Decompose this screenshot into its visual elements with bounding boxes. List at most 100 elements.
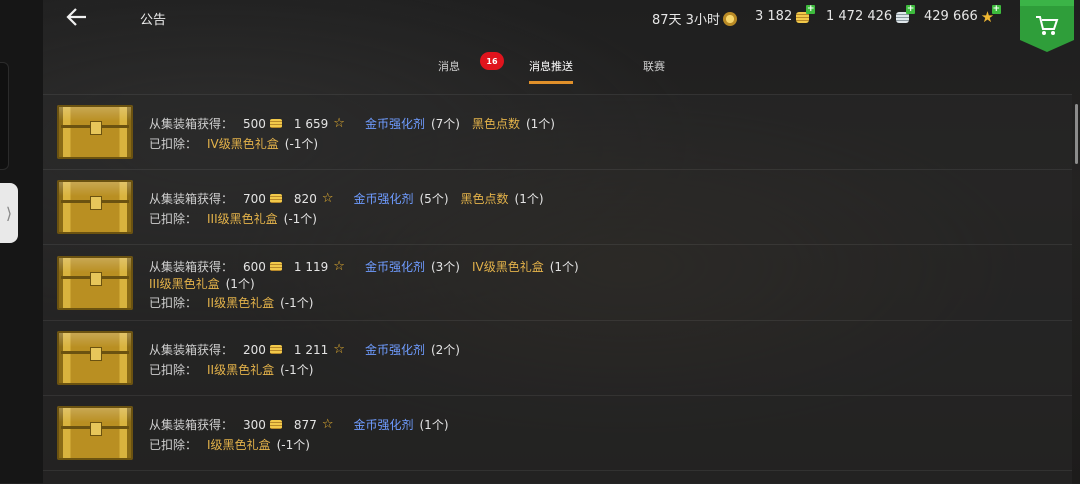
deducted-label: 已扣除：	[149, 363, 198, 377]
reward-item-name: 金币强化剂	[364, 343, 425, 357]
xp-amount: 877	[293, 417, 317, 432]
reward-item-name: III级黑色礼盒	[149, 277, 220, 291]
deducted-item-name: IV级黑色礼盒	[207, 137, 279, 151]
list-item[interactable]: 从集装箱获得： 500 1 659 ☆ 金币强化剂 (7个) 黑色点数 (1个) …	[43, 94, 1072, 169]
free-xp-balance[interactable]: 429 666 ★ +	[924, 3, 1001, 26]
deducted-label: 已扣除：	[149, 438, 198, 452]
tab-bar: 消息 消息推送 联赛	[43, 44, 1080, 90]
tab-push-notifications[interactable]: 消息推送	[529, 58, 573, 84]
reward-item-qty: (2个)	[430, 343, 460, 357]
page-title: 公告	[140, 13, 167, 28]
received-label: 从集装箱获得：	[149, 117, 234, 131]
tab-league[interactable]: 联赛	[643, 58, 665, 74]
received-label: 从集装箱获得：	[149, 192, 234, 206]
deducted-item-name: I级黑色礼盒	[207, 438, 271, 452]
list-item[interactable]: 从集装箱获得： 200 1 211 ☆ 金币强化剂 (2个) 已扣除： II级黑色…	[43, 320, 1072, 395]
received-label: 从集装箱获得：	[149, 418, 234, 432]
received-line-continued: III级黑色礼盒 (1个)	[149, 275, 255, 292]
star-icon: ☆	[333, 116, 345, 131]
reward-item-qty: (5个)	[419, 192, 449, 206]
gold-coin-icon	[269, 420, 282, 429]
deducted-label: 已扣除：	[149, 137, 198, 151]
deducted-item-qty: (-1个)	[280, 296, 314, 310]
reward-item-name: IV级黑色礼盒	[471, 260, 544, 274]
reward-item-name: 金币强化剂	[364, 117, 425, 131]
gold-amount: 500	[243, 116, 266, 131]
reward-item-qty: (1个)	[549, 260, 579, 274]
container-chest-icon	[57, 105, 133, 159]
credits-balance[interactable]: 1 472 426 +	[826, 4, 916, 24]
gold-amount: 700	[243, 191, 266, 206]
scrollbar[interactable]	[1075, 104, 1078, 164]
deducted-line: 已扣除： IV级黑色礼盒 (-1个)	[149, 135, 318, 152]
reward-item-name: 金币强化剂	[353, 418, 414, 432]
list-item[interactable]: 从集装箱获得： 300 877 ☆ 金币强化剂 (1个) 已扣除： I级黑色礼盒 …	[43, 395, 1072, 470]
xp-amount: 1 119	[293, 259, 329, 274]
xp-amount: 820	[293, 191, 317, 206]
free-xp-value: 429 666	[924, 9, 978, 24]
gold-coin-icon	[269, 119, 282, 128]
star-icon: ★ +	[980, 3, 1001, 26]
reward-item-name: 黑色点数	[460, 192, 509, 206]
deducted-item-qty: (-1个)	[280, 363, 314, 377]
unread-count-badge: 16	[480, 52, 504, 70]
received-line: 从集装箱获得： 500 1 659 ☆ 金币强化剂 (7个) 黑色点数 (1个)	[149, 115, 555, 132]
reward-item-qty: (7个)	[430, 117, 460, 131]
star-icon: ☆	[321, 191, 334, 206]
deducted-line: 已扣除： III级黑色礼盒 (-1个)	[149, 210, 317, 227]
deducted-line: 已扣除： I级黑色礼盒 (-1个)	[149, 436, 310, 453]
deducted-item-qty: (-1个)	[283, 212, 317, 226]
deducted-label: 已扣除：	[149, 212, 198, 226]
received-line: 从集装箱获得： 300 877 ☆ 金币强化剂 (1个)	[149, 416, 449, 433]
gold-coin-icon	[269, 262, 282, 271]
list-item-partial	[43, 470, 1072, 484]
deducted-item-qty: (-1个)	[276, 438, 310, 452]
credits-value: 1 472 426	[826, 9, 893, 24]
reward-item-qty: (1个)	[225, 277, 255, 291]
silver-credits-icon: +	[895, 4, 916, 24]
container-chest-icon	[57, 256, 133, 310]
reward-item-name: 金币强化剂	[353, 192, 414, 206]
received-label: 从集装箱获得：	[149, 343, 234, 357]
list-item[interactable]: 从集装箱获得： 700 820 ☆ 金币强化剂 (5个) 黑色点数 (1个) 已扣…	[43, 169, 1072, 244]
reward-item-name: 黑色点数	[471, 117, 520, 131]
rail-decoration	[0, 62, 9, 170]
deducted-label: 已扣除：	[149, 296, 198, 310]
received-line: 从集装箱获得： 700 820 ☆ 金币强化剂 (5个) 黑色点数 (1个)	[149, 190, 544, 207]
premium-time[interactable]: 87天 3小时	[652, 9, 737, 28]
reward-item-qty: (1个)	[514, 192, 544, 206]
star-icon: ☆	[333, 259, 345, 274]
container-chest-icon	[57, 180, 133, 234]
list-item[interactable]: 从集装箱获得： 600 1 119 ☆ 金币强化剂 (3个) IV级黑色礼盒 (1…	[43, 244, 1072, 320]
top-bar: 公告 87天 3小时 3 182 + 1 472 426 + 429 666 ★…	[43, 0, 1080, 52]
active-tab-indicator	[529, 81, 573, 84]
gold-coin-icon	[269, 194, 282, 203]
premium-account-icon	[722, 11, 737, 26]
deducted-item-name: II级黑色礼盒	[207, 296, 275, 310]
deducted-item-name: II级黑色礼盒	[207, 363, 275, 377]
chevron-right-icon: ⟩	[5, 203, 13, 223]
received-line: 从集装箱获得： 200 1 211 ☆ 金币强化剂 (2个)	[149, 341, 460, 358]
gold-coin-icon: +	[795, 4, 816, 24]
reward-item-qty: (1个)	[525, 117, 555, 131]
tab-messages[interactable]: 消息	[438, 58, 460, 74]
container-chest-icon	[57, 406, 133, 460]
gold-amount: 300	[243, 417, 266, 432]
gold-value: 3 182	[755, 9, 793, 24]
deducted-item-name: III级黑色礼盒	[207, 212, 278, 226]
premium-time-value: 87天 3小时	[652, 13, 720, 28]
deducted-item-qty: (-1个)	[284, 137, 319, 151]
xp-amount: 1 659	[293, 116, 329, 131]
reward-item-qty: (3个)	[430, 260, 460, 274]
star-icon: ☆	[333, 342, 345, 357]
gold-amount: 200	[243, 342, 266, 357]
deducted-line: 已扣除： II级黑色礼盒 (-1个)	[149, 294, 313, 311]
container-chest-icon	[57, 331, 133, 385]
reward-item-name: 金币强化剂	[364, 260, 425, 274]
tab-push-label: 消息推送	[529, 60, 573, 73]
received-line: 从集装箱获得： 600 1 119 ☆ 金币强化剂 (3个) IV级黑色礼盒 (1…	[149, 258, 579, 275]
gold-balance[interactable]: 3 182 +	[755, 4, 816, 24]
arrow-left-icon[interactable]	[65, 6, 89, 28]
side-drawer-handle[interactable]: ⟩	[0, 183, 18, 243]
star-icon: ☆	[321, 417, 334, 432]
